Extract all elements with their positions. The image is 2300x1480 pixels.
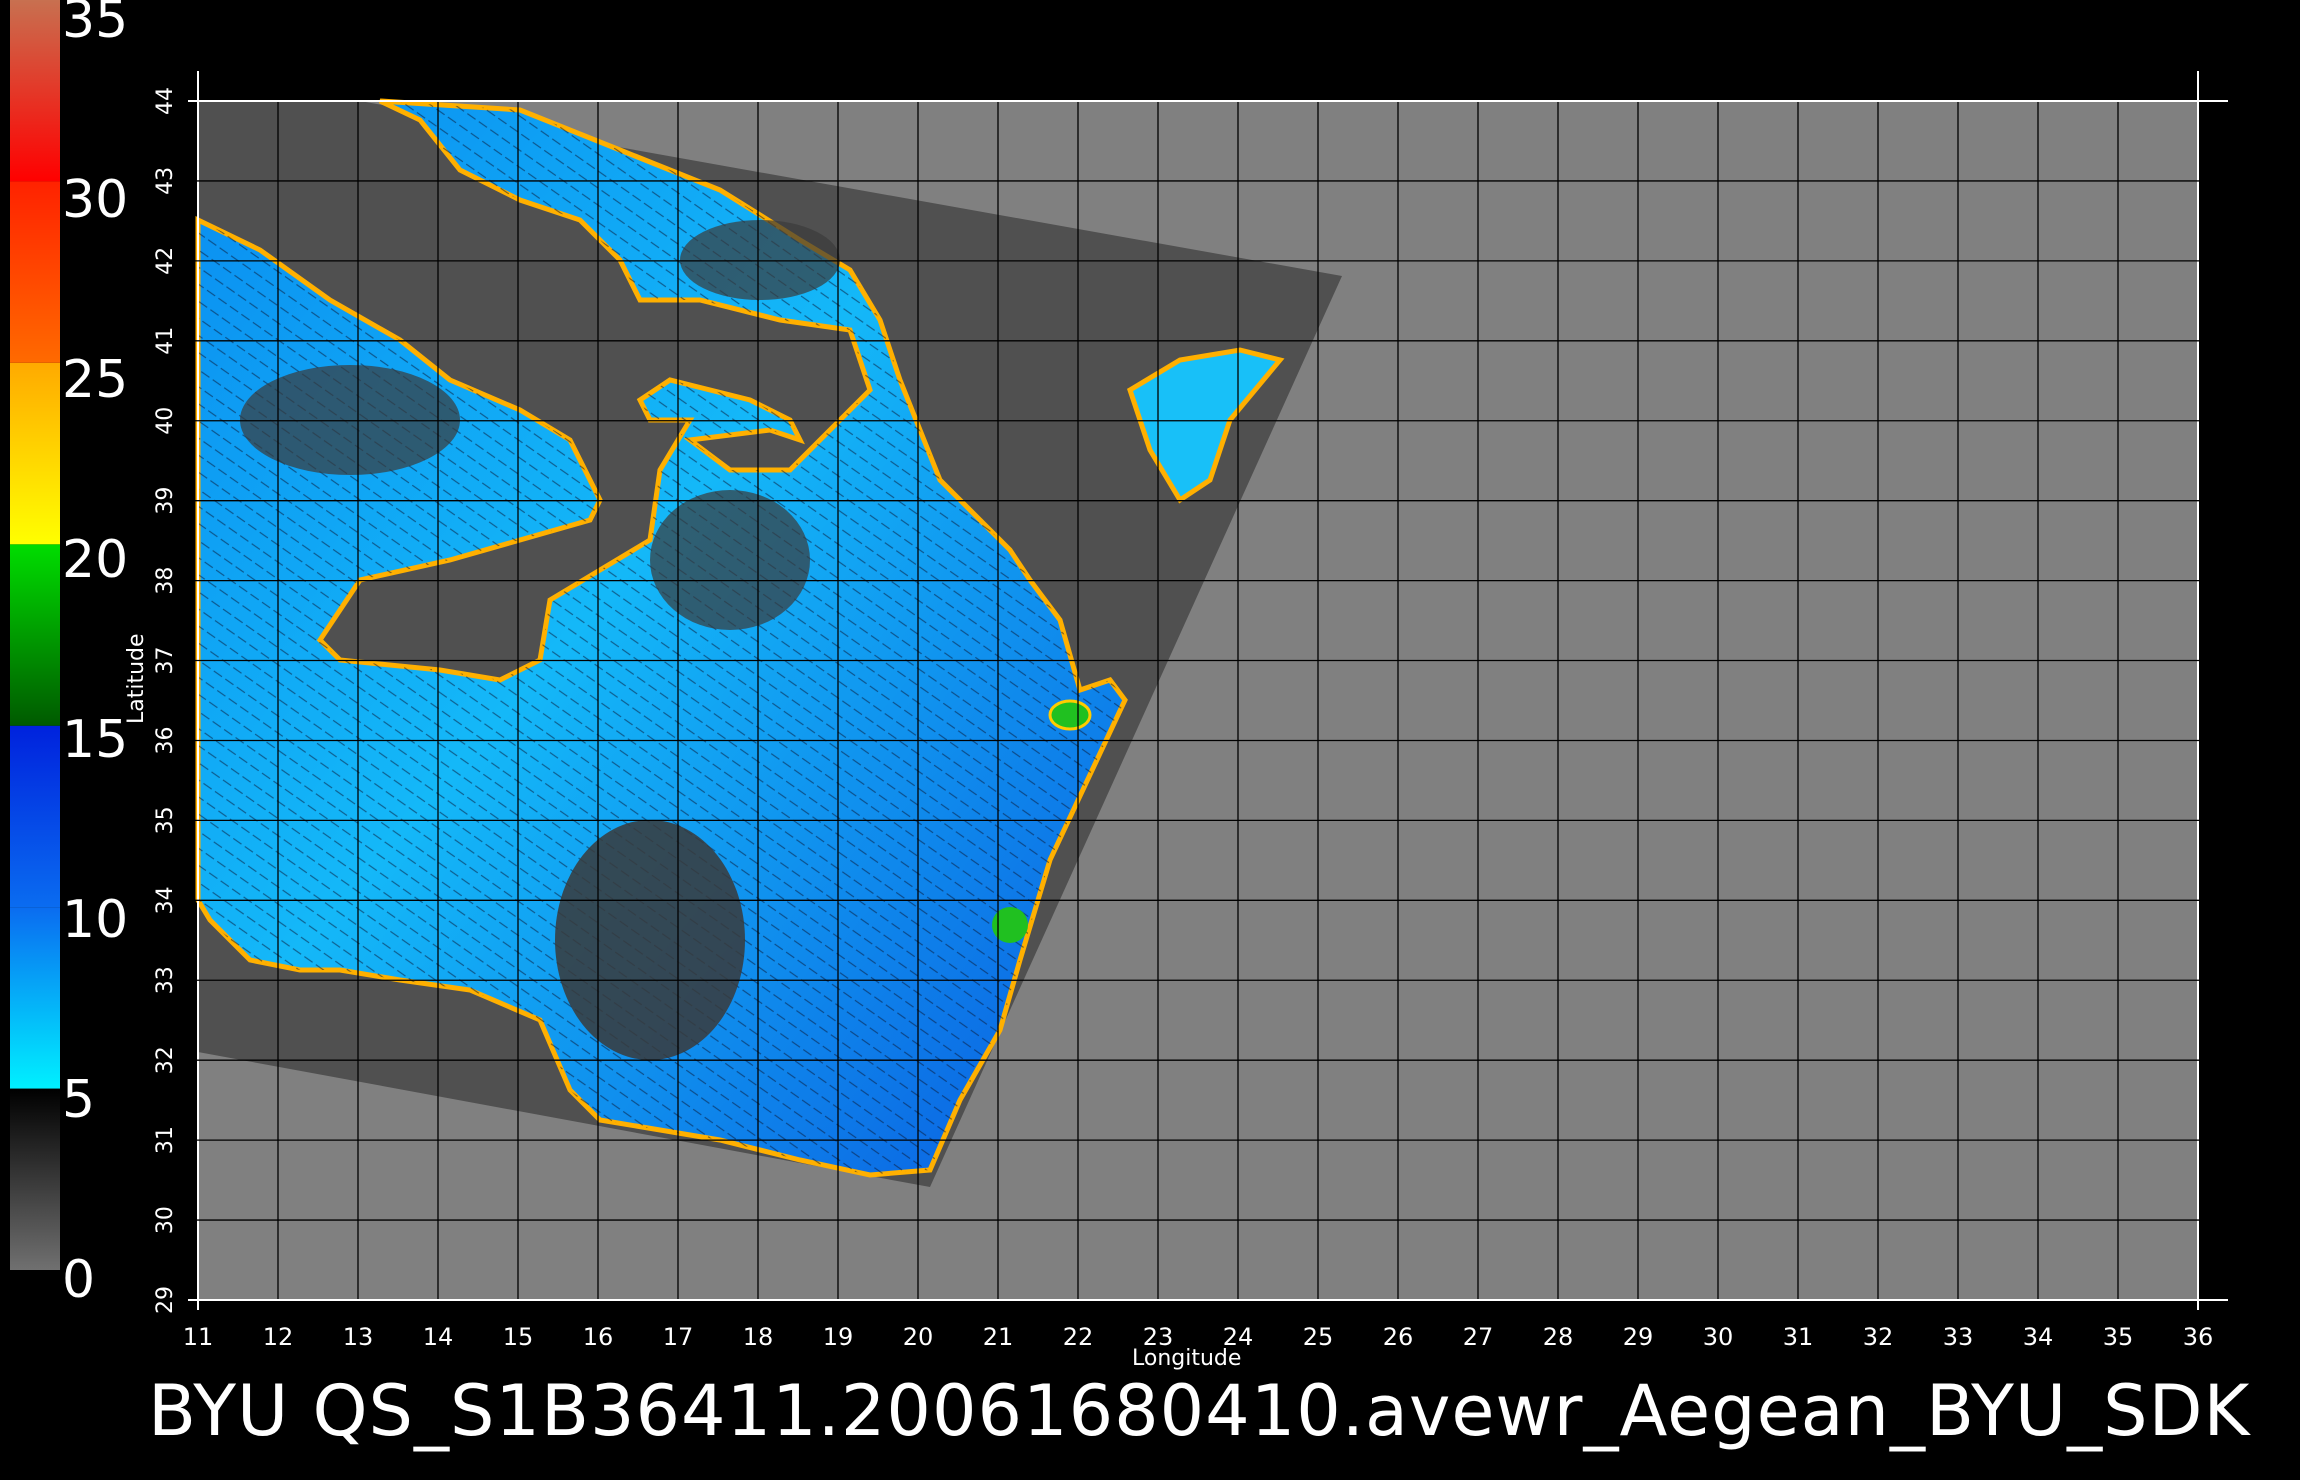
lon-tick-label-15: 15 bbox=[503, 1323, 534, 1351]
latitude-ticks: 29 30 31 32 33 34 35 36 37 38 39 40 41 42 43 44 bbox=[153, 87, 178, 1314]
lon-tick-label-31: 31 bbox=[1783, 1323, 1814, 1351]
lon-tick-label-30: 30 bbox=[1703, 1323, 1734, 1351]
lon-tick-label-33: 33 bbox=[1943, 1323, 1974, 1351]
lon-tick-label-20: 20 bbox=[903, 1323, 934, 1351]
lat-tick-label-39: 39 bbox=[153, 487, 178, 515]
lat-tick-label-29: 29 bbox=[153, 1286, 178, 1314]
lon-tick-label-14: 14 bbox=[423, 1323, 454, 1351]
lat-tick-label-30: 30 bbox=[153, 1206, 178, 1234]
lon-tick-label-29: 29 bbox=[1623, 1323, 1654, 1351]
lat-tick-label-31: 31 bbox=[153, 1126, 178, 1154]
lon-tick-label-28: 28 bbox=[1543, 1323, 1574, 1351]
lat-tick-label-35: 35 bbox=[153, 806, 178, 834]
lon-tick-label-17: 17 bbox=[663, 1323, 694, 1351]
lat-tick-label-40: 40 bbox=[153, 407, 178, 435]
lon-tick-label-12: 12 bbox=[263, 1323, 294, 1351]
lon-tick-label-18: 18 bbox=[743, 1323, 774, 1351]
lat-tick-label-34: 34 bbox=[153, 886, 178, 914]
lon-tick-label-35: 35 bbox=[2103, 1323, 2134, 1351]
map-figure: 35 30 25 20 15 10 5 0 11 12 13 14 15 16 … bbox=[0, 0, 2300, 1480]
lat-tick-label-42: 42 bbox=[153, 247, 178, 275]
image-caption: BYU QS_S1B36411.20061680410.avewr_Aegean… bbox=[148, 1370, 2251, 1452]
lat-tick-label-36: 36 bbox=[153, 726, 178, 754]
lon-tick-label-11: 11 bbox=[183, 1323, 214, 1351]
lat-tick-label-43: 43 bbox=[153, 167, 178, 195]
lat-tick-label-41: 41 bbox=[153, 327, 178, 355]
lat-tick-label-44: 44 bbox=[153, 87, 178, 115]
lon-tick-label-26: 26 bbox=[1383, 1323, 1414, 1351]
lon-tick-label-34: 34 bbox=[2023, 1323, 2054, 1351]
lon-tick-label-32: 32 bbox=[1863, 1323, 1894, 1351]
lon-tick-label-19: 19 bbox=[823, 1323, 854, 1351]
lon-tick-label-13: 13 bbox=[343, 1323, 374, 1351]
lon-tick-label-16: 16 bbox=[583, 1323, 614, 1351]
lat-tick-label-33: 33 bbox=[153, 966, 178, 994]
lat-tick-label-37: 37 bbox=[153, 647, 178, 675]
lon-tick-label-36: 36 bbox=[2183, 1323, 2214, 1351]
lat-tick-label-38: 38 bbox=[153, 567, 178, 595]
x-axis-label: Longitude bbox=[1132, 1346, 1242, 1371]
lon-tick-label-21: 21 bbox=[983, 1323, 1014, 1351]
lon-tick-label-25: 25 bbox=[1303, 1323, 1334, 1351]
y-axis-label: Latitude bbox=[124, 633, 149, 724]
lon-tick-label-22: 22 bbox=[1063, 1323, 1094, 1351]
lon-tick-label-27: 27 bbox=[1463, 1323, 1494, 1351]
lat-tick-label-32: 32 bbox=[153, 1046, 178, 1074]
map-plot: 11 12 13 14 15 16 17 18 19 20 21 22 23 24 25 26 27 28 29 30… bbox=[153, 71, 2228, 1351]
